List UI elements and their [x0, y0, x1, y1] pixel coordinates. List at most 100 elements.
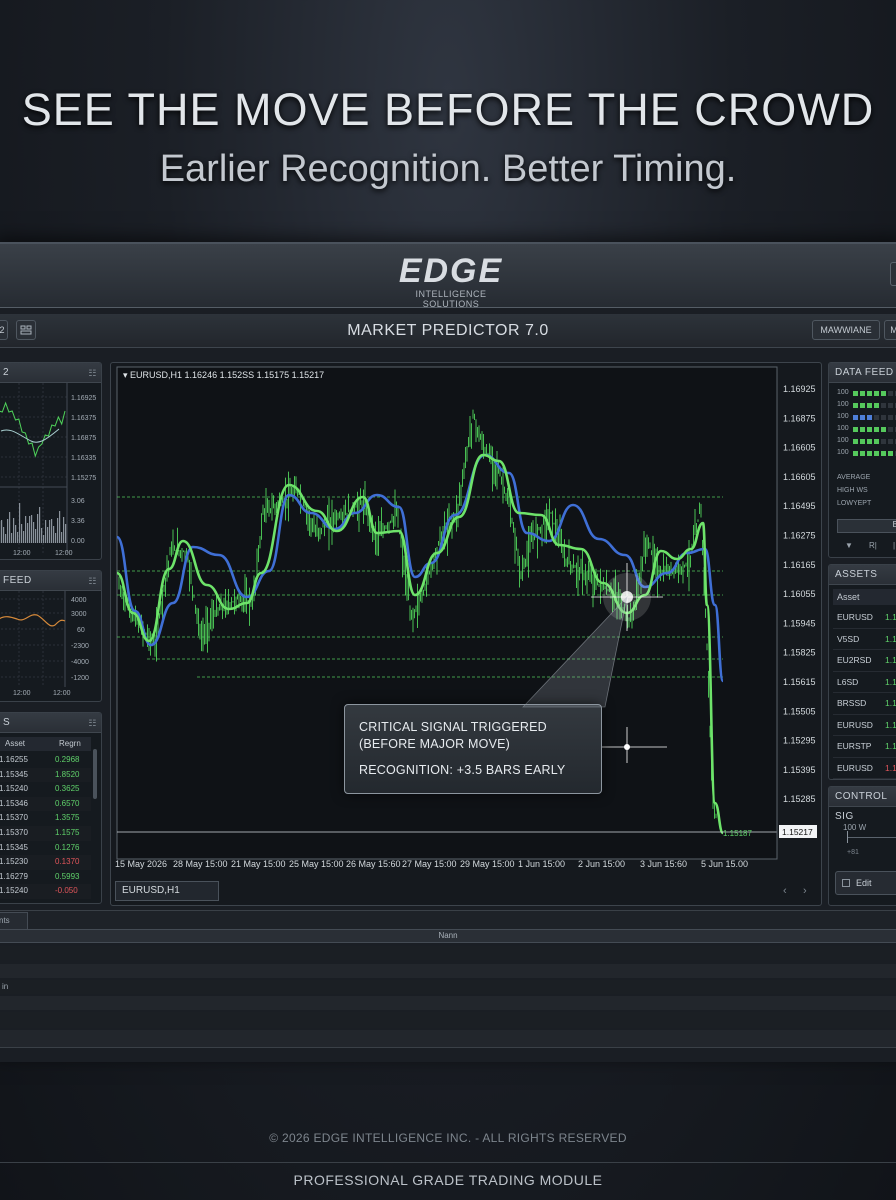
- panel-menu-icon[interactable]: ☷: [88, 571, 97, 591]
- table-row[interactable]: 1.15370 1.1575: [0, 825, 91, 841]
- dock-tab[interactable]: nts: [0, 912, 28, 930]
- mini-volume-bar: [3, 527, 5, 543]
- toolbar-button-mode[interactable]: MAWWIANE: [812, 320, 880, 340]
- feed-row: 100: [837, 401, 896, 413]
- signal-callout: CRITICAL SIGNAL TRIGGERED (BEFORE MAJOR …: [344, 704, 602, 794]
- table-row[interactable]: 1.15345 0.1276: [0, 841, 91, 856]
- asset-row[interactable]: EURSTP 1.1: [833, 736, 896, 758]
- mini-volume-bar: [29, 516, 31, 543]
- scroll-right-icon[interactable]: ›: [803, 885, 807, 897]
- mini-volume-bars: [0, 503, 67, 543]
- logo-tagline: INTELLIGENCE SOLUTIONS: [415, 289, 487, 309]
- asset-row[interactable]: EURUSD 1.1: [833, 758, 896, 779]
- asset-row[interactable]: EU2RSD 1.1: [833, 650, 896, 672]
- feed-level-segment: [867, 427, 872, 432]
- feed-control[interactable]: |: [893, 541, 895, 550]
- x-axis-tick: 27 May 15:00: [402, 859, 457, 869]
- table-row[interactable]: 1.15346 0.6570: [0, 796, 91, 812]
- checkbox-icon[interactable]: [842, 879, 850, 887]
- mini-volume-bar: [31, 515, 33, 543]
- window-control-button[interactable]: [890, 262, 896, 286]
- stat-label: HIGH WS: [837, 487, 868, 494]
- control-signal-panel: CONTROL SIG 100 W +81 Edit: [828, 786, 896, 906]
- data-feed-button[interactable]: B: [837, 519, 896, 533]
- y-axis-tick: 1.15285: [783, 794, 816, 804]
- feed-level-segment: [874, 451, 879, 456]
- panel-title: 2: [3, 367, 10, 378]
- feed-line: [0, 614, 66, 627]
- feed-value: 100: [837, 425, 849, 432]
- asset-value: 1.15370: [0, 813, 28, 823]
- feed-level-segment: [881, 427, 886, 432]
- asset-price: 1.1: [885, 633, 896, 644]
- toolbar-button-m[interactable]: M: [884, 320, 896, 340]
- table-row[interactable]: 1.16255 0.2968: [0, 753, 91, 768]
- scroll-left-icon[interactable]: ‹: [783, 885, 787, 897]
- mini-vol-tick: 0.00: [71, 538, 85, 545]
- asset-rows: 1.16255 0.2968 1.15345 1.8520 1.15240 0.3625 1…: [0, 753, 91, 899]
- feed-level-segment: [853, 451, 858, 456]
- asset-row[interactable]: EURUSD 1.1: [833, 607, 896, 629]
- asset-name: L6SD: [837, 676, 859, 687]
- table-scrollbar[interactable]: [93, 749, 97, 799]
- mini-volume-bar: [5, 534, 7, 543]
- feed-y-tick: 4000: [71, 597, 87, 604]
- panel-header: CONTROL SIG: [829, 787, 896, 822]
- table-row[interactable]: 1.15230 0.1370: [0, 855, 91, 870]
- mini-volume-bar: [39, 507, 41, 543]
- table-row[interactable]: 1.15240 0.3625: [0, 782, 91, 797]
- slider-handle[interactable]: [847, 831, 848, 843]
- feed-row: 100: [837, 389, 896, 401]
- table-row[interactable]: 1.16279 0.5993: [0, 870, 91, 885]
- feed-level-segment: [874, 403, 879, 408]
- dock-row[interactable]: in: [0, 980, 896, 994]
- asset-name: EU2RSD: [837, 655, 872, 665]
- table-row[interactable]: 1.15345 1.8520: [0, 767, 91, 783]
- asset-price: 1.1: [885, 698, 896, 708]
- weight-slider[interactable]: [847, 837, 896, 838]
- feed-level-segment: [888, 439, 893, 444]
- toolbar-button-left[interactable]: 2: [0, 320, 8, 340]
- mini-volume-bar: [45, 520, 47, 543]
- y-axis-tick: 1.16605: [783, 472, 816, 482]
- panel-header: DATA FEED: [829, 363, 896, 383]
- feed-control[interactable]: R|: [869, 541, 877, 550]
- feed-y-tick: -2300: [71, 643, 89, 650]
- asset-row[interactable]: EURUSD 1.1: [833, 715, 896, 736]
- left-mini-chart-panel: 2 ☷ 1.16925 1.16375 1.16875 1.16335 1.152…: [0, 362, 102, 560]
- asset-row[interactable]: V5SD 1.1: [833, 629, 896, 650]
- feed-level-segment: [860, 427, 865, 432]
- asset-value: 1.15230: [0, 857, 28, 867]
- feed-down-icon[interactable]: ▼: [845, 541, 853, 550]
- chart-header[interactable]: ▾ EURUSD,H1 1.16246 1.152SS 1.15175 1.15…: [121, 370, 327, 381]
- table-row[interactable]: 1.15370 1.3575: [0, 811, 91, 826]
- x-axis-tick: 29 May 15:00: [460, 859, 515, 869]
- edit-label: Edit: [856, 878, 872, 888]
- y-axis-tick: 1.15615: [783, 677, 816, 687]
- feed-y-tick: 60: [77, 627, 85, 634]
- panel-header: FEED ☷: [0, 571, 101, 591]
- asset-value: 1.15240: [0, 886, 28, 896]
- column-header-asset: Asset: [5, 739, 26, 748]
- x-axis-tick: 15 May 2026: [115, 859, 167, 869]
- chart-tab-eurusd[interactable]: EURUSD,H1: [115, 881, 219, 901]
- y-axis-tick: 1.15825: [783, 648, 816, 658]
- table-row[interactable]: 1.15240 -0.050: [0, 884, 91, 899]
- regrn-value: 0.1276: [55, 842, 80, 852]
- asset-row[interactable]: L6SD 1.1: [833, 672, 896, 693]
- edit-button[interactable]: Edit: [835, 871, 896, 895]
- asset-row[interactable]: BRSSD 1.1: [833, 693, 896, 715]
- panel-menu-icon[interactable]: ☷: [88, 363, 97, 383]
- mini-x-tick: 12:00: [13, 550, 31, 557]
- asset-name: V5SD: [837, 633, 860, 644]
- mini-volume-bar: [1, 520, 3, 543]
- panel-menu-icon[interactable]: ☷: [88, 713, 97, 733]
- mini-volume-bar: [49, 520, 51, 543]
- main-chart-panel: 1.16925 1.16875 1.16605 1.16605 1.16495 1.162…: [110, 362, 822, 906]
- feed-y-tick: -1200: [71, 675, 89, 682]
- layout-icon[interactable]: [16, 320, 36, 340]
- asset-value: 1.15345: [0, 842, 28, 852]
- asset-value: 1.15345: [0, 769, 28, 779]
- regrn-value: -0.050: [55, 886, 78, 896]
- feed-level-segment: [860, 439, 865, 444]
